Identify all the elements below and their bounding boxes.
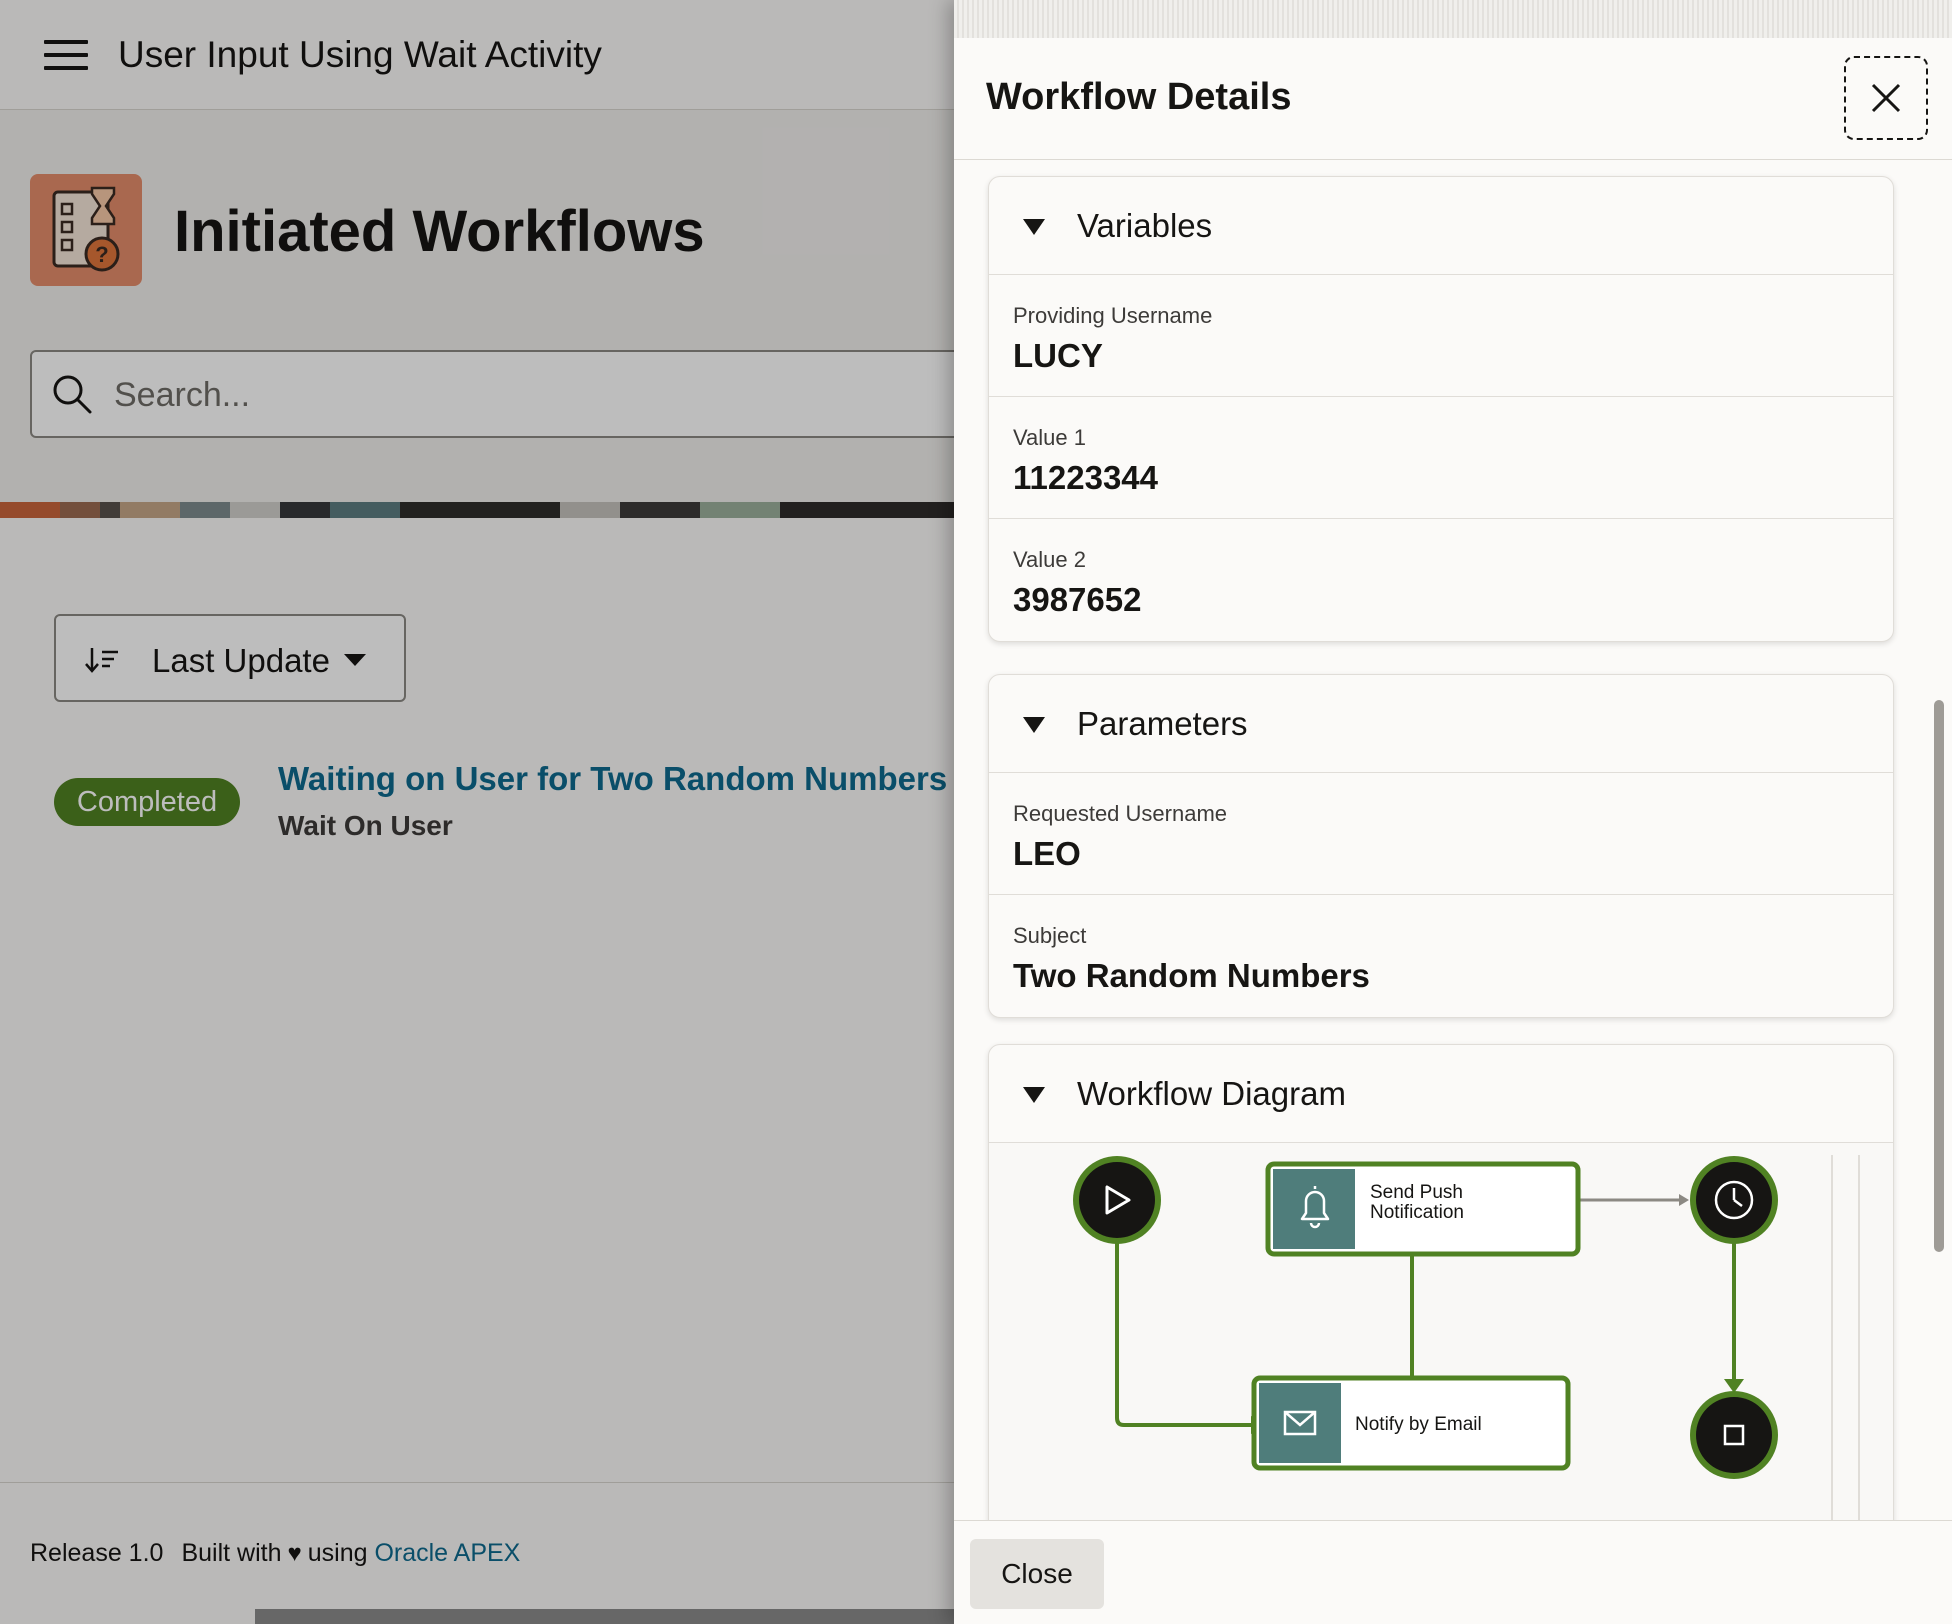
- collapse-triangle-icon: [1023, 219, 1045, 235]
- field-label: Value 1: [1013, 425, 1086, 450]
- email-label: Notify by Email: [1355, 1414, 1482, 1435]
- drawer-top-texture: [954, 0, 1952, 38]
- start-node[interactable]: [1073, 1156, 1161, 1244]
- field-value: Two Random Numbers: [1013, 957, 1370, 994]
- workflow-diagram-region: Workflow Diagram Send Push Notification …: [988, 1044, 1894, 1520]
- parameters-region: Parameters Requested Username LEO Subjec…: [988, 674, 1894, 1018]
- field-label: Subject: [1013, 923, 1087, 948]
- diagram-region-title: Workflow Diagram: [1077, 1075, 1346, 1112]
- wait-timer-node[interactable]: [1690, 1156, 1778, 1244]
- parameter-field: Subject Two Random Numbers: [989, 895, 1893, 1017]
- field-label: Requested Username: [1013, 801, 1228, 826]
- field-label: Providing Username: [1013, 303, 1213, 328]
- close-button[interactable]: Close: [970, 1539, 1104, 1609]
- field-value: LEO: [1013, 835, 1081, 872]
- connector-email-to-push: [1402, 1239, 1422, 1388]
- field-label: Value 2: [1013, 547, 1086, 572]
- workflow-details-drawer: Workflow Details Variables Providing Use…: [954, 0, 1952, 1624]
- collapse-triangle-icon: [1023, 717, 1045, 733]
- drawer-footer: Close: [954, 1520, 1952, 1624]
- variable-field: Value 1 11223344: [989, 397, 1893, 519]
- parameters-region-header[interactable]: Parameters: [989, 675, 1893, 773]
- send-push-notification-node[interactable]: Send Push Notification: [1265, 1161, 1581, 1257]
- variable-field: Value 2 3987652: [989, 519, 1893, 641]
- variables-region: Variables Providing Username LUCY Value …: [988, 176, 1894, 642]
- drawer-vertical-scrollbar[interactable]: [1934, 700, 1944, 1252]
- collapse-triangle-icon: [1023, 1087, 1045, 1103]
- diagram-region-header[interactable]: Workflow Diagram: [989, 1045, 1893, 1143]
- drawer-body: Variables Providing Username LUCY Value …: [954, 160, 1952, 1520]
- push-label-line2: Notification: [1370, 1202, 1464, 1223]
- field-value: 11223344: [1013, 459, 1159, 496]
- notify-by-email-node[interactable]: Notify by Email: [1251, 1375, 1571, 1471]
- variables-region-title: Variables: [1077, 207, 1213, 244]
- variables-region-header[interactable]: Variables: [989, 177, 1893, 275]
- connector-wait-to-end: [1724, 1239, 1744, 1393]
- parameters-region-title: Parameters: [1077, 705, 1248, 742]
- field-value: 3987652: [1013, 581, 1142, 618]
- connector-start-to-email: [1115, 1238, 1265, 1434]
- connector-push-to-wait: [1578, 1194, 1689, 1206]
- end-node[interactable]: [1690, 1391, 1778, 1479]
- drawer-title: Workflow Details: [986, 76, 1292, 118]
- parameter-field: Requested Username LEO: [989, 773, 1893, 895]
- close-icon[interactable]: [1844, 56, 1928, 140]
- workflow-diagram: Send Push Notification Notify by Email: [989, 1143, 1893, 1520]
- drawer-header: Workflow Details: [954, 38, 1952, 160]
- field-value: LUCY: [1013, 337, 1103, 374]
- push-label-line1: Send Push: [1370, 1182, 1463, 1203]
- variable-field: Providing Username LUCY: [989, 275, 1893, 397]
